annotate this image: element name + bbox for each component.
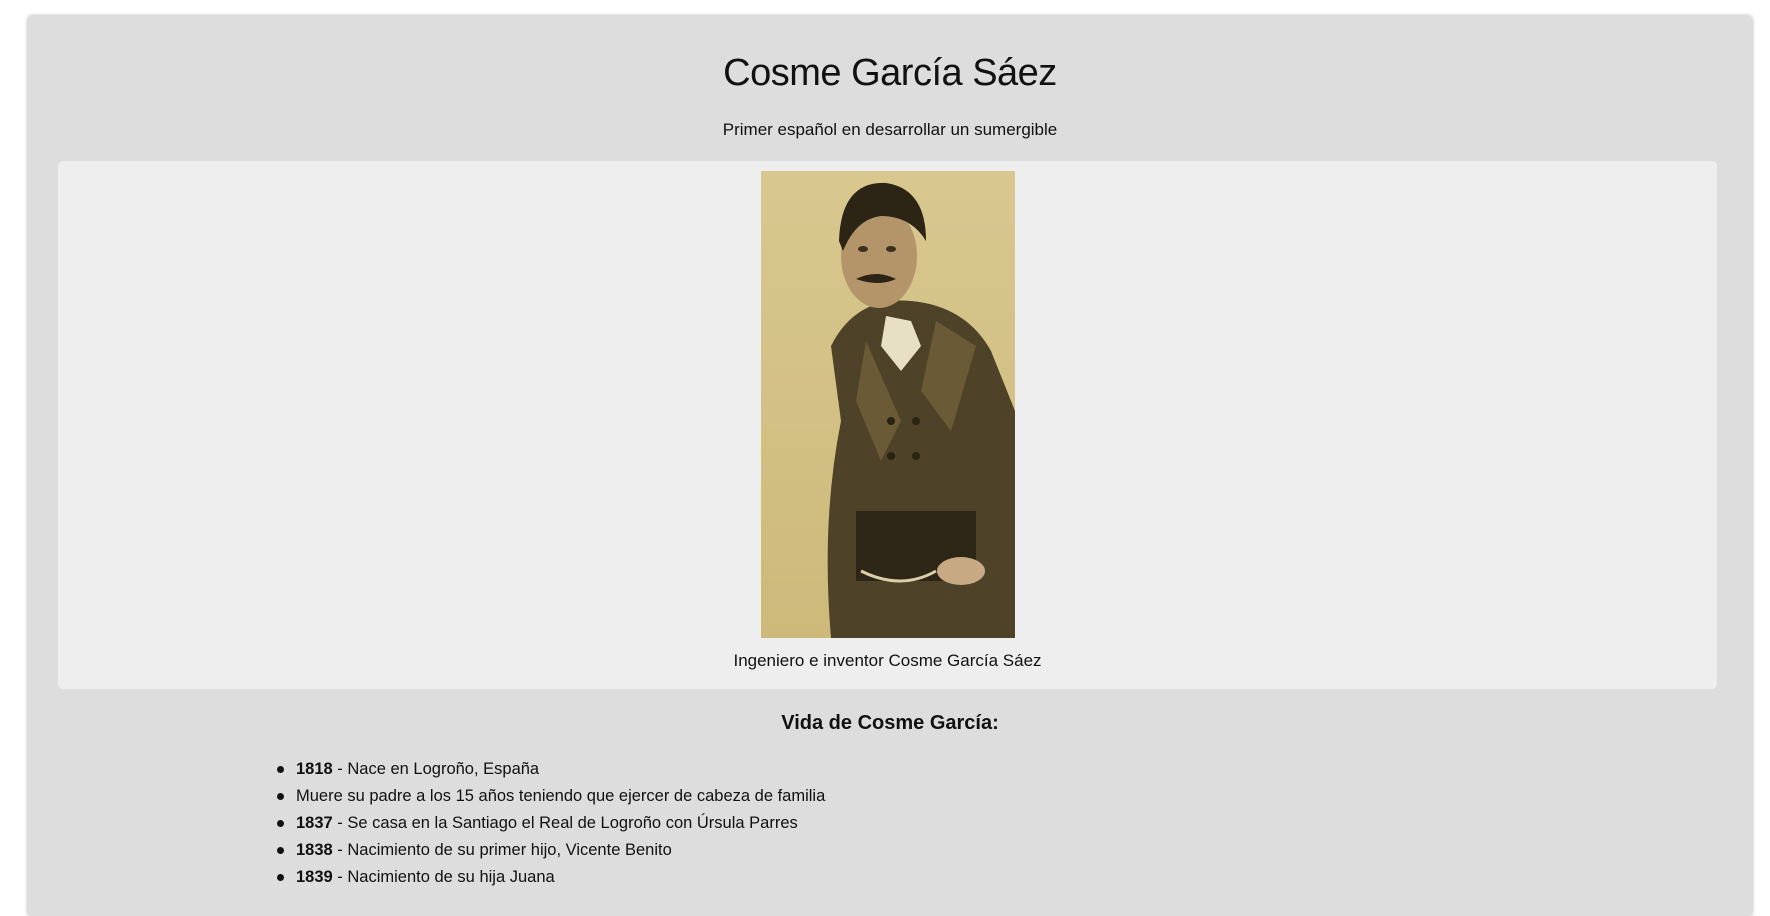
bullet-icon [277, 793, 284, 800]
tribute-list: 1818 - Nace en Logroño, España Muere su … [275, 756, 825, 891]
image-caption: Ingeniero e inventor Cosme García Sáez [733, 651, 1042, 670]
list-item: 1838 - Nacimiento de su primer hijo, Vic… [275, 837, 825, 864]
list-item-year: 1839 [296, 868, 333, 886]
bullet-icon [277, 820, 284, 827]
list-item-text: Muere su padre a los 15 años teniendo qu… [296, 787, 826, 805]
list-item-text: - Se casa en la Santiago el Real de Logr… [332, 814, 798, 832]
list-item-year: 1818 [296, 760, 333, 778]
portrait-photo-icon [761, 171, 1015, 638]
bullet-icon [277, 766, 284, 773]
image-panel: Ingeniero e inventor Cosme García Sáez [58, 161, 1717, 689]
list-item-text: - Nacimiento de su primer hijo, Vicente … [332, 841, 672, 859]
list-item: 1837 - Se casa en la Santiago el Real de… [275, 810, 825, 837]
bullet-icon [277, 874, 284, 881]
list-item: 1839 - Nacimiento de su hija Juana [275, 864, 825, 891]
page-subtitle: Primer español en desarrollar un sumergi… [722, 120, 1058, 139]
list-item-text: - Nacimiento de su hija Juana [332, 868, 555, 886]
tribute-title: Vida de Cosme García: [781, 712, 999, 734]
main-container: Cosme García Sáez Primer español en desa… [28, 16, 1752, 916]
list-item-year: 1838 [296, 841, 333, 859]
bullet-icon [277, 847, 284, 854]
list-item: Muere su padre a los 15 años teniendo qu… [275, 783, 825, 810]
list-item-text: - Nace en Logroño, España [332, 760, 540, 778]
page-title: Cosme García Sáez [723, 52, 1057, 94]
list-item-year: 1837 [296, 814, 333, 832]
list-item: 1818 - Nace en Logroño, España [275, 756, 825, 783]
